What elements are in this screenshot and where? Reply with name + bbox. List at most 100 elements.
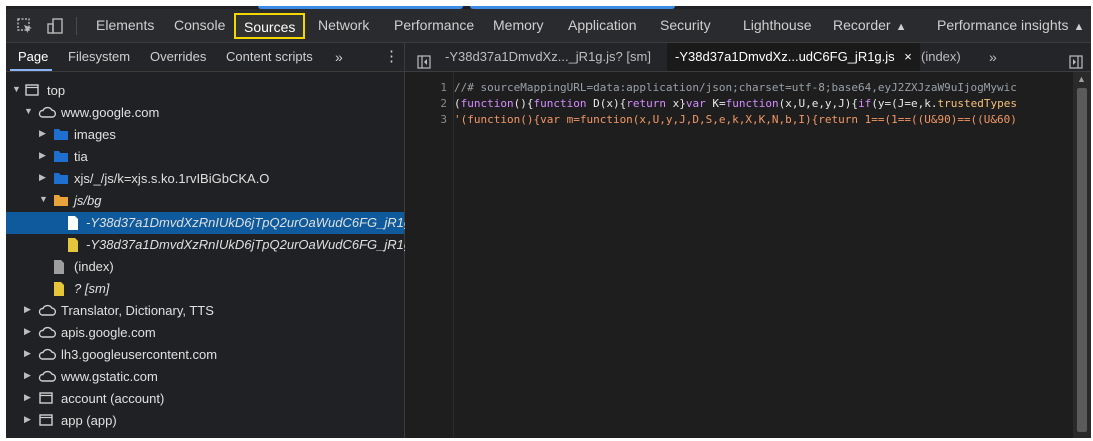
expanded-arrow-icon[interactable]: ▼ <box>12 84 21 94</box>
code-token: var <box>685 97 706 110</box>
code-area[interactable]: 1 2 3 //# sourceMappingURL=data:applicat… <box>405 72 1073 438</box>
collapsed-arrow-icon[interactable]: ▶ <box>24 348 31 359</box>
tree-item-origin[interactable]: ▶ www.gstatic.com <box>6 366 404 388</box>
code-token: (x,U,e,y,J){ <box>778 97 859 110</box>
navigator-menu-icon[interactable]: ⋮ <box>384 43 399 71</box>
tree-item-label: www.gstatic.com <box>61 369 158 384</box>
expanded-arrow-icon[interactable]: ▼ <box>39 194 48 204</box>
tab-network[interactable]: Network <box>318 9 369 42</box>
code-token: function <box>533 97 587 110</box>
tree-item-label: www.google.com <box>61 105 160 120</box>
experimental-flask-icon: ▲ <box>895 21 907 33</box>
toggle-navigator-icon[interactable] <box>417 51 431 69</box>
collapsed-arrow-icon[interactable]: ▶ <box>39 150 46 161</box>
cloud-icon <box>37 303 57 320</box>
code-line: (function(){function D(x){return x}var K… <box>454 97 1017 110</box>
folder-icon <box>53 127 69 144</box>
tree-item-origin[interactable]: ▼ www.google.com <box>6 102 404 124</box>
tree-item-file[interactable]: -Y38d37a1DmvdXzRnIUkD6jTpQ2urOaWudC6FG_j… <box>6 234 415 256</box>
line-number-gutter[interactable] <box>405 72 454 438</box>
source-editor: -Y38d37a1DmvdXz..._jR1g.js? [sm] -Y38d37… <box>405 43 1091 438</box>
tab-lighthouse[interactable]: Lighthouse <box>743 9 812 42</box>
subtab-overrides[interactable]: Overrides <box>150 43 206 71</box>
tab-recorder[interactable]: Recorder ▲ <box>833 9 906 42</box>
folder-icon <box>53 149 69 166</box>
document-icon <box>53 281 65 300</box>
code-token: ( <box>454 97 461 110</box>
tab-elements[interactable]: Elements <box>96 9 154 42</box>
tree-item-file-selected[interactable]: -Y38d37a1DmvdXzRnIUkD6jTpQ2urOaWudC6FG_j… <box>6 212 411 234</box>
frame-icon <box>25 83 39 100</box>
cloud-icon <box>37 347 57 364</box>
code-token: trustedTypes <box>937 97 1018 110</box>
tab-sources[interactable]: Sources <box>234 13 306 39</box>
collapsed-arrow-icon[interactable]: ▶ <box>24 304 31 315</box>
tab-console[interactable]: Console <box>174 9 225 42</box>
tree-item-folder[interactable]: ▼ js/bg <box>6 190 404 212</box>
code-token: x} <box>665 97 686 110</box>
code-token: function <box>460 97 514 110</box>
tree-item-label: xjs/_/js/k=xjs.s.ko.1rvIBiGbCKA.O <box>74 171 270 186</box>
document-icon <box>67 237 79 256</box>
file-tab-active[interactable]: -Y38d37a1DmvdXz...udC6FG_jR1g.js × <box>667 43 920 71</box>
code-token: K= <box>705 97 726 110</box>
collapsed-arrow-icon[interactable]: ▶ <box>39 172 46 183</box>
tree-item-label: images <box>74 127 116 142</box>
more-tabs-chevron-icon[interactable]: » <box>989 43 997 71</box>
tree-item-frame[interactable]: ▶ account (account) <box>6 388 404 410</box>
subtab-filesystem[interactable]: Filesystem <box>68 43 130 71</box>
collapsed-arrow-icon[interactable]: ▶ <box>39 128 46 139</box>
tree-item-label: account (account) <box>61 391 165 406</box>
tree-item-label: ? [sm] <box>74 281 110 296</box>
tree-item-file[interactable]: (index) <box>6 256 404 278</box>
subtab-page[interactable]: Page <box>18 43 48 71</box>
more-subtabs-chevron-icon[interactable]: » <box>335 43 343 71</box>
tab-recorder-label: Recorder <box>833 17 891 33</box>
tree-item-label: tia <box>74 149 88 164</box>
line-number: 3 <box>440 113 447 126</box>
tree-item-file[interactable]: ? [sm] <box>6 278 404 300</box>
collapsed-arrow-icon[interactable]: ▶ <box>24 370 31 381</box>
tab-memory[interactable]: Memory <box>493 9 544 42</box>
tab-performance-insights[interactable]: Performance insights ▲ <box>937 9 1084 42</box>
tree-item-frame[interactable]: ▶ app (app) <box>6 410 404 432</box>
tree-item-folder[interactable]: ▶ tia <box>6 146 404 168</box>
tree-item-origin[interactable]: ▶ apis.google.com <box>6 322 404 344</box>
tree-item-folder[interactable]: ▶ xjs/_/js/k=xjs.s.ko.1rvIBiGbCKA.O <box>6 168 404 190</box>
collapsed-arrow-icon[interactable]: ▶ <box>24 392 31 403</box>
tree-item-label: (index) <box>74 259 114 274</box>
devtools-window: Elements Console Sources Network Perform… <box>6 6 1091 438</box>
toggle-debugger-icon[interactable] <box>1069 51 1083 69</box>
tab-security[interactable]: Security <box>660 9 711 42</box>
tree-item-origin[interactable]: ▶ lh3.googleusercontent.com <box>6 344 404 366</box>
tree-item-label: top <box>47 83 66 98</box>
navigator-subtabs: Page Filesystem Overrides Content script… <box>6 43 404 72</box>
folder-icon <box>53 171 69 188</box>
code-token: return <box>626 97 666 110</box>
device-toolbar-icon[interactable] <box>46 17 64 35</box>
scroll-up-arrow-icon[interactable]: ▲ <box>1077 74 1086 84</box>
expanded-arrow-icon[interactable]: ▼ <box>24 106 33 116</box>
document-icon <box>67 215 79 234</box>
tree-item-folder[interactable]: ▶ images <box>6 124 404 146</box>
scrollbar-thumb[interactable] <box>1077 88 1087 432</box>
close-tab-icon[interactable]: × <box>904 49 912 64</box>
tab-performance[interactable]: Performance <box>394 9 474 42</box>
code-line: //# sourceMappingURL=data:application/js… <box>454 81 1017 94</box>
code-token: if <box>858 97 872 110</box>
collapsed-arrow-icon[interactable]: ▶ <box>24 414 31 425</box>
folder-open-icon <box>53 193 69 210</box>
collapsed-arrow-icon[interactable]: ▶ <box>24 326 31 337</box>
line-number: 1 <box>440 81 447 94</box>
inspect-element-icon[interactable] <box>16 17 34 35</box>
experimental-flask-icon: ▲ <box>1073 21 1085 33</box>
tab-application[interactable]: Application <box>568 9 637 42</box>
tree-item-top[interactable]: ▼ top <box>6 80 404 102</box>
code-token: D(x){ <box>586 97 627 110</box>
vertical-scrollbar[interactable]: ▲ <box>1073 72 1091 438</box>
subtab-content-scripts[interactable]: Content scripts <box>226 43 313 71</box>
frame-icon <box>39 413 53 430</box>
file-tab-sourcemap[interactable]: -Y38d37a1DmvdXz..._jR1g.js? [sm] <box>445 43 651 71</box>
tree-item-origin[interactable]: ▶ Translator, Dictionary, TTS <box>6 300 404 322</box>
file-tab-index[interactable]: (index) <box>921 43 961 71</box>
